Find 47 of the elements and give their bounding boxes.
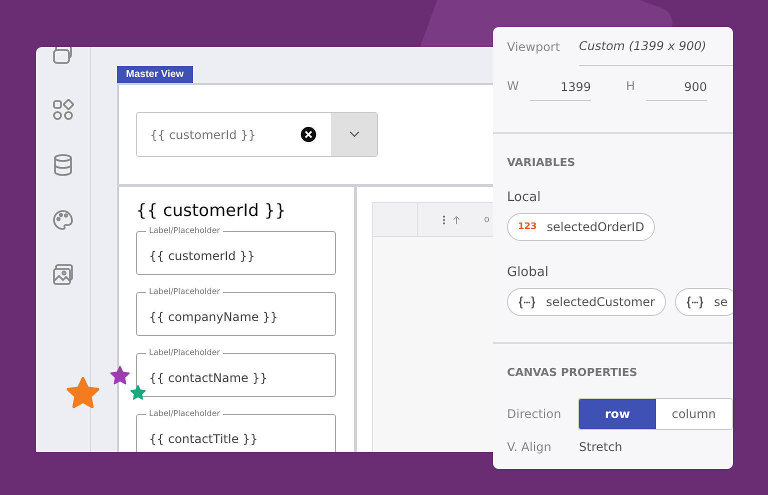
v-align-value[interactable]: Stretch (579, 440, 622, 454)
shapes-icon (51, 98, 75, 122)
database-icon (51, 153, 75, 177)
height-label: H (626, 79, 636, 93)
detail-title: {{ customerId }} (136, 201, 287, 221)
section-title: CANVAS PROPERTIES (507, 365, 638, 380)
star-icon (110, 366, 130, 386)
height-input[interactable]: 900 (646, 71, 707, 101)
section-title: VARIABLES (507, 155, 576, 170)
direction-label: Direction (507, 407, 562, 421)
chevron-down-icon (348, 131, 360, 138)
palette-icon (51, 208, 75, 232)
viewport-select[interactable]: Custom (1399 x 900) (579, 27, 733, 66)
input-field[interactable]: Label/Placeholder {{ customerId }} (136, 225, 336, 275)
dropdown-toggle[interactable] (331, 113, 377, 156)
field-value: {{ companyName }} (149, 310, 278, 324)
input-field[interactable]: Label/Placeholder {{ companyName }} (136, 286, 336, 336)
master-view-tab[interactable]: Master View (117, 66, 193, 83)
v-align-label: V. Align (507, 440, 552, 454)
local-label: Local (507, 190, 542, 205)
field-value: {{ contactTitle }} (149, 432, 258, 446)
braces-icon (518, 296, 536, 308)
global-label: Global (507, 265, 550, 280)
field-value: {{ customerId }} (149, 248, 255, 262)
braces-icon (686, 296, 704, 308)
viewport-label: Viewport (507, 40, 562, 54)
input-field[interactable]: Label/Placeholder {{ contactName }} (136, 347, 336, 397)
variable-chip[interactable]: 123 selectedOrderID (507, 213, 656, 241)
width-label: W (507, 79, 520, 93)
field-label: Label/Placeholder (146, 348, 224, 358)
kebab-icon[interactable] (442, 214, 446, 224)
direction-option[interactable]: row (579, 399, 656, 429)
field-label: Label/Placeholder (146, 409, 224, 419)
type-label: 123 (518, 222, 537, 232)
width-input[interactable]: 1399 (530, 71, 591, 101)
star-icon (130, 385, 146, 401)
clear-icon[interactable] (300, 126, 317, 143)
field-label: Label/Placeholder (146, 287, 224, 297)
variable-chip[interactable]: selectedCustomer (507, 288, 666, 316)
star-icon (66, 377, 100, 411)
field-value: {{ contactName }} (149, 370, 268, 384)
field-label: Label/Placeholder (146, 226, 224, 236)
image-icon (51, 263, 75, 287)
variable-chip[interactable]: se (674, 288, 733, 316)
combobox-value: {{ customerId }} (149, 128, 257, 142)
direction-option[interactable]: column (656, 399, 732, 429)
customer-combobox[interactable]: {{ customerId }} (136, 112, 378, 157)
